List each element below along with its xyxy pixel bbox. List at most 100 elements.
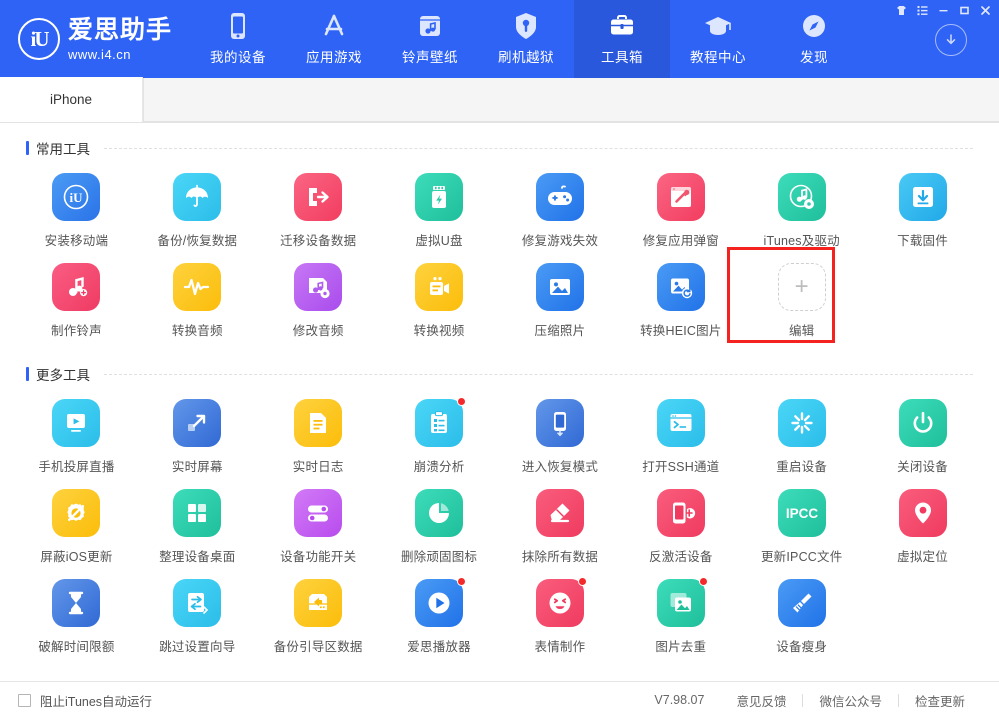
- tool-make-ringtone[interactable]: 制作铃声: [16, 255, 137, 345]
- nav-item-ringtone-wallpaper[interactable]: 铃声壁纸: [382, 0, 478, 78]
- tool-feature-toggles[interactable]: 设备功能开关: [258, 481, 379, 571]
- tool-photo-dedupe[interactable]: 图片去重: [620, 571, 741, 661]
- tool-label: 破解时间限额: [38, 640, 115, 654]
- maximize-button[interactable]: [954, 2, 974, 19]
- tool-label: 压缩照片: [534, 324, 586, 338]
- nav-item-toolbox[interactable]: 工具箱: [574, 0, 670, 78]
- nav-item-flash-jailbreak[interactable]: 刷机越狱: [478, 0, 574, 78]
- nav-item-tutorials[interactable]: 教程中心: [670, 0, 766, 78]
- tool-deactivate-device[interactable]: 反激活设备: [620, 481, 741, 571]
- app-window: iU 爱思助手 www.i4.cn 我的设备 应用游戏 铃声壁纸 刷机越狱 工具…: [0, 0, 999, 718]
- tool-virtual-location[interactable]: 虚拟定位: [862, 481, 983, 571]
- tool-label: 关闭设备: [897, 460, 948, 474]
- tool-recovery-mode[interactable]: 进入恢复模式: [500, 391, 621, 481]
- tool-update-ipcc[interactable]: IPCC 更新IPCC文件: [741, 481, 862, 571]
- tool-backup-boot-data[interactable]: 备份引导区数据: [258, 571, 379, 661]
- checkbox-box[interactable]: [18, 693, 31, 707]
- close-button[interactable]: [975, 2, 995, 19]
- logo-mark-icon: iU: [18, 18, 60, 60]
- tool-edit-add[interactable]: + 编辑: [727, 247, 862, 345]
- section-title: 更多工具: [36, 368, 90, 383]
- tool-block-ios-update[interactable]: 屏蔽iOS更新: [16, 481, 137, 571]
- window-controls: [891, 2, 995, 19]
- terminal-icon: [656, 399, 705, 447]
- recovery-mode-icon: [535, 399, 584, 447]
- tool-realtime-screen[interactable]: 实时屏幕: [137, 391, 258, 481]
- tool-compress-photo[interactable]: 压缩照片: [500, 255, 621, 345]
- download-circle-icon[interactable]: [935, 24, 967, 56]
- log-file-icon: [294, 399, 343, 447]
- itunes-gear-icon: [777, 173, 826, 221]
- screen-live-icon: [52, 399, 101, 447]
- tool-organize-desktop[interactable]: 整理设备桌面: [137, 481, 258, 571]
- tool-virtual-usb[interactable]: 虚拟U盘: [379, 165, 500, 255]
- check-update-link[interactable]: 检查更新: [899, 691, 981, 710]
- power-icon: [898, 399, 947, 447]
- tool-fix-popup[interactable]: 修复应用弹窗: [620, 165, 741, 255]
- tool-label: 实时屏幕: [171, 460, 223, 474]
- tool-label: 打开SSH通道: [642, 460, 720, 474]
- hourglass-icon: [52, 579, 101, 627]
- feedback-link[interactable]: 意见反馈: [720, 691, 802, 710]
- nav-item-my-device[interactable]: 我的设备: [190, 0, 286, 78]
- play-circle-icon: [415, 577, 467, 627]
- tool-label: 反激活设备: [649, 550, 713, 564]
- tool-install-mobile[interactable]: iU 安装移动端: [16, 165, 137, 255]
- section-divider: [104, 147, 973, 149]
- tool-label: 制作铃声: [51, 324, 102, 338]
- more-tools-grid: 手机投屏直播 实时屏幕 实时日志 崩溃分析 进入恢复模式 打开SSH通道 重启设…: [0, 391, 999, 661]
- tool-label: 爱思播放器: [407, 640, 471, 654]
- tool-realtime-log[interactable]: 实时日志: [258, 391, 379, 481]
- tool-label: 设备瘦身: [776, 640, 828, 654]
- realtime-screen-icon: [173, 399, 222, 447]
- toggles-icon: [294, 489, 343, 537]
- checkbox-label: 阻止iTunes自动运行: [40, 694, 153, 709]
- block-itunes-checkbox[interactable]: 阻止iTunes自动运行: [18, 691, 152, 710]
- tool-remove-stubborn-icons[interactable]: 删除顽固图标: [379, 481, 500, 571]
- nav-label: 刷机越狱: [498, 50, 554, 65]
- tool-convert-heic[interactable]: 转换HEIC图片: [620, 255, 741, 345]
- tool-label: 屏蔽iOS更新: [40, 550, 113, 564]
- tool-label: 重启设备: [776, 460, 828, 474]
- tool-convert-audio[interactable]: 转换音频: [137, 255, 258, 345]
- nav-item-apps-games[interactable]: 应用游戏: [286, 0, 382, 78]
- tool-emoji-maker[interactable]: 表情制作: [500, 571, 621, 661]
- tool-device-cleanup[interactable]: 设备瘦身: [741, 571, 862, 661]
- device-tab-label: iPhone: [49, 92, 93, 107]
- tool-i4-player[interactable]: 爱思播放器: [379, 571, 500, 661]
- brand-url: www.i4.cn: [68, 46, 132, 62]
- tool-open-ssh[interactable]: 打开SSH通道: [620, 391, 741, 481]
- pie-clock-icon: [415, 489, 464, 537]
- tool-itunes-driver[interactable]: iTunes及驱动: [741, 165, 862, 255]
- device-tab-iphone[interactable]: iPhone: [0, 77, 143, 122]
- tool-crack-time-limit[interactable]: 破解时间限额: [16, 571, 137, 661]
- tool-shutdown-device[interactable]: 关闭设备: [862, 391, 983, 481]
- tool-fix-game[interactable]: 修复游戏失效: [500, 165, 621, 255]
- menu-button[interactable]: [912, 2, 932, 19]
- tool-download-firmware[interactable]: 下载固件: [862, 165, 983, 255]
- tool-backup-restore[interactable]: 备份/恢复数据: [137, 165, 258, 255]
- migrate-icon: [294, 173, 343, 221]
- crash-report-icon: [415, 397, 467, 447]
- tool-erase-all-data[interactable]: 抹除所有数据: [500, 481, 621, 571]
- device-tab-strip: iPhone: [0, 77, 999, 123]
- download-box-icon: [898, 173, 947, 221]
- nav-label: 发现: [800, 50, 828, 65]
- tool-restart-device[interactable]: 重启设备: [741, 391, 862, 481]
- tool-migrate-data[interactable]: 迁移设备数据: [258, 165, 379, 255]
- tool-convert-video[interactable]: 转换视频: [379, 255, 500, 345]
- wechat-link[interactable]: 微信公众号: [803, 691, 898, 710]
- usb-drive-icon: [415, 173, 464, 221]
- minimize-button[interactable]: [933, 2, 953, 19]
- tool-edit-audio[interactable]: 修改音频: [258, 255, 379, 345]
- nav-item-discover[interactable]: 发现: [766, 0, 862, 78]
- tool-label: 实时日志: [292, 460, 344, 474]
- tool-screen-broadcast[interactable]: 手机投屏直播: [16, 391, 137, 481]
- tool-skip-setup-wizard[interactable]: 跳过设置向导: [137, 571, 258, 661]
- notification-badge: [577, 577, 587, 586]
- tool-label: 转换视频: [413, 324, 465, 338]
- tool-crash-analysis[interactable]: 崩溃分析: [379, 391, 500, 481]
- tool-label: 备份/恢复数据: [157, 234, 238, 248]
- skin-button[interactable]: [891, 2, 911, 19]
- tool-label: 抹除所有数据: [521, 550, 599, 564]
